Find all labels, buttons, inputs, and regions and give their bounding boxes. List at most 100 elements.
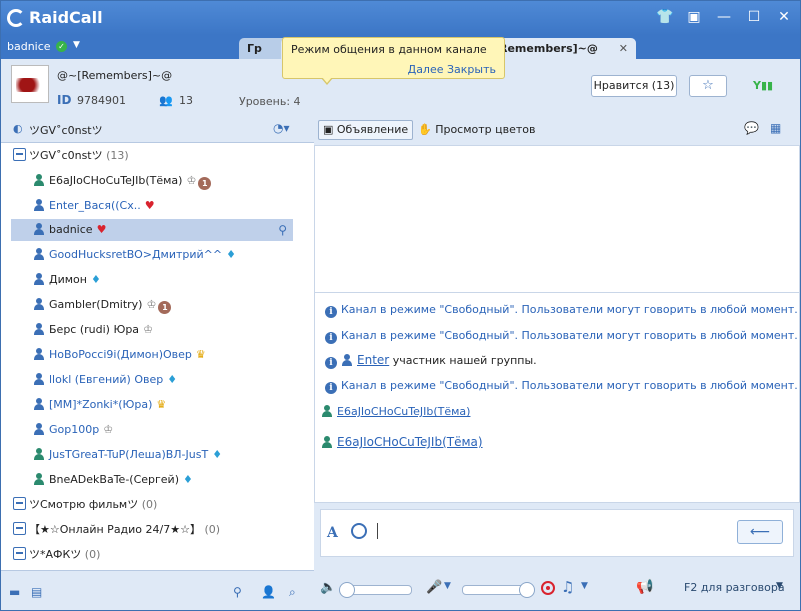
search-icon[interactable]: ⌕ (289, 585, 296, 600)
mic-volume-slider[interactable] (462, 582, 535, 598)
channel-id-label: ID (57, 93, 72, 107)
message-input-box[interactable]: A ⟵ (320, 509, 794, 557)
tree-user[interactable]: Enter_Вася((Сх.. ♥ (1, 195, 314, 217)
tab-close-icon[interactable]: ✕ (619, 38, 628, 59)
user-icon (33, 398, 45, 410)
tree-user[interactable]: GoodHucksretBO>Дмитрий^^ ♦ (1, 244, 314, 266)
user-icon[interactable]: 👤 (261, 585, 276, 599)
microphone-icon[interactable]: 🎤 (426, 580, 442, 595)
tree-user[interactable]: [MM]*Zonki*(Юра) ♛ (1, 394, 314, 416)
shirt-icon[interactable]: 👕 (656, 9, 673, 25)
diamond-badge-icon: ♦ (226, 248, 236, 261)
group-label: ツСмотрю фильмツ (29, 498, 139, 511)
chat-user-link[interactable]: E6aJIoCHoCuTeJIb(Тёма) (337, 435, 483, 449)
minimize-icon[interactable]: — (716, 9, 732, 25)
signal-icon: Y▮▮ (753, 79, 774, 92)
tree-user[interactable]: Димон ♦ (1, 269, 314, 291)
like-button[interactable]: Нравится (13) (591, 75, 677, 97)
tree-group[interactable]: ツGV˚c0nstツ (13) (1, 145, 314, 167)
heart-badge-icon: ♥ (144, 199, 155, 212)
collapse-group-icon[interactable] (13, 547, 26, 560)
chat-message: i Enter участник нашей группы. (325, 353, 537, 369)
close-icon[interactable]: ✕ (776, 9, 792, 25)
speaker-volume-slider[interactable] (339, 582, 412, 598)
speaker-icon[interactable]: 🔈 (320, 580, 336, 595)
channel-avatar[interactable] (11, 65, 49, 103)
view-colors-button[interactable]: ✋ Просмотр цветов (418, 121, 536, 139)
tree-user[interactable]: HoBoPocci9i(Димон)Овер ♛ (1, 344, 314, 366)
heart-badge-icon: ♥ (96, 223, 107, 236)
record-icon[interactable] (541, 581, 555, 595)
crown-badge-icon: ♔ (103, 423, 114, 436)
user-label: GoodHucksretBO>Дмитрий^^ (49, 248, 223, 261)
tree-user[interactable]: Берс (rudi) Юра ♔ (1, 319, 314, 341)
chat-log: i Канал в режиме "Свободный". Пользовател… (314, 293, 800, 503)
megaphone-icon[interactable]: 📢 (636, 579, 653, 595)
wardrobe-icon[interactable]: ▣ (686, 9, 702, 25)
tree-user[interactable]: Gambler(Dmitry) ♔ 1 (1, 294, 314, 316)
current-user-name[interactable]: badnice (7, 40, 51, 53)
user-label: Gop100p (49, 423, 100, 436)
crown-badge-icon: ♔ (143, 323, 153, 336)
chat-message: E6aJIoCHoCuTeJIb(Тёма) (321, 435, 483, 449)
tree-group[interactable]: ツ*АФКツ (0) (1, 544, 314, 566)
collapse-icon[interactable]: ▬ (9, 585, 20, 599)
tooltip-links[interactable]: Далее Закрыть (408, 63, 496, 76)
font-icon[interactable]: A (327, 525, 338, 541)
user-icon (33, 199, 45, 211)
tree-user[interactable]: llokl (Евгений) Овер ♦ (1, 369, 314, 391)
channel-settings-icon[interactable]: ◔▾ (273, 121, 290, 135)
tree-group[interactable]: ツСмотрю фильмツ (0) (1, 494, 314, 516)
favorite-button[interactable]: ☆ (689, 75, 727, 97)
app-title: RaidCall (29, 8, 103, 27)
tree-user[interactable]: badnice ♥ ⚲ (11, 219, 293, 241)
right-panel: ▣ Объявление ✋ Просмотр цветов 💬 ▦ i Кана… (314, 115, 800, 610)
user-icon (33, 473, 45, 485)
chat-user-link[interactable]: Enter (357, 353, 389, 367)
calendar-star-icon[interactable]: ▦ (770, 121, 781, 135)
text-caret (377, 523, 378, 539)
gold-crown-badge-icon: ♛ (156, 398, 167, 411)
announcement-button[interactable]: ▣ Объявление (318, 120, 414, 140)
group-label: ツGV˚c0nstツ (29, 149, 103, 162)
collapse-group-icon[interactable] (13, 148, 26, 161)
tree-header-title: ツGV˚c0nstツ (29, 124, 103, 137)
chat-message-text: участник нашей группы. (389, 354, 537, 367)
user-icon (33, 174, 45, 186)
chat-bubbles-icon[interactable]: 💬 (744, 121, 759, 135)
chevron-down-icon[interactable]: ▼ (73, 40, 80, 50)
talk-mode-dropdown-icon[interactable]: ▼ (776, 581, 783, 591)
info-icon: i (325, 382, 337, 394)
user-icon (33, 273, 45, 285)
diamond-badge-icon: ♦ (212, 448, 223, 461)
gold-crown-badge-icon: ♛ (195, 348, 206, 361)
collapse-group-icon[interactable] (13, 497, 26, 510)
location-pin-icon[interactable]: ⚲ (233, 585, 242, 599)
online-status-icon[interactable]: ✓ (56, 41, 67, 52)
user-icon (321, 436, 333, 448)
talk-mode-label[interactable]: F2 для разговора (684, 581, 785, 594)
diamond-badge-icon: ♦ (90, 273, 101, 286)
music-icon[interactable]: ♫ (561, 578, 574, 596)
view-colors-label: Просмотр цветов (435, 123, 536, 136)
tree-user[interactable]: BneADekBaTe-(Сергей) ♦ (1, 469, 314, 491)
user-label: E6aJIoCHoCuTeJIb(Тёма) (49, 174, 183, 187)
user-label: llokl (Евгений) Овер (49, 373, 164, 386)
diamond-badge-icon: ♦ (183, 473, 193, 486)
tree-group[interactable]: 【★☆Онлайн Радио 24/7★☆】 (0) (1, 519, 314, 541)
send-button[interactable]: ⟵ (737, 520, 783, 544)
maximize-icon[interactable]: ☐ (746, 9, 762, 25)
chat-user-link[interactable]: E6aJIoCHoCuTeJIb(Тёма) (337, 405, 470, 418)
level-badge: 1 (158, 301, 172, 314)
tree-user[interactable]: JusTGreaT-TuP(Леша)ВЛ-JusT ♦ (1, 444, 314, 466)
group-label: 【★☆Онлайн Радио 24/7★☆】 (29, 523, 201, 536)
emoji-icon[interactable] (351, 523, 367, 539)
mic-dropdown-icon[interactable]: ▼ (444, 581, 451, 591)
right-toolbar: ▣ Объявление ✋ Просмотр цветов 💬 ▦ (314, 115, 800, 143)
location-pin-icon[interactable]: ⚲ (278, 219, 287, 241)
contact-card-icon[interactable]: ▤ (31, 585, 42, 599)
tree-user[interactable]: E6aJIoCHoCuTeJIb(Тёма) ♔ 1 (1, 170, 314, 192)
music-dropdown-icon[interactable]: ▼ (581, 581, 588, 591)
tree-user[interactable]: Gop100p ♔ (1, 419, 314, 441)
collapse-group-icon[interactable] (13, 522, 26, 535)
